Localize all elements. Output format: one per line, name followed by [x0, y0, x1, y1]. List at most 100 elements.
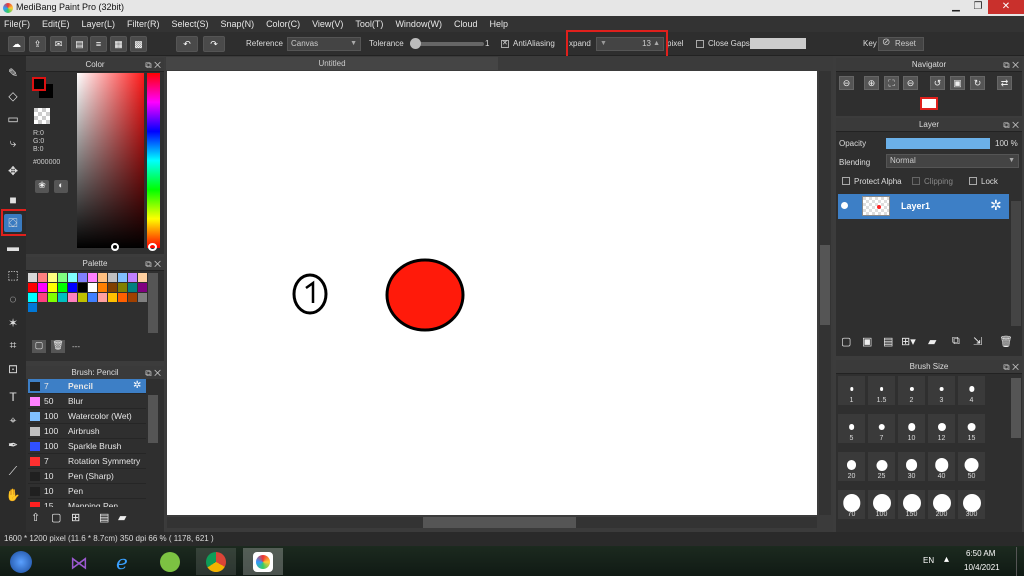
brush-size-option[interactable]: 5: [838, 414, 865, 443]
taskbar-medibang-icon[interactable]: [243, 548, 283, 575]
panel-controls-icon[interactable]: ⧉ ✕: [145, 366, 161, 380]
move-tool-icon[interactable]: ✥: [4, 162, 22, 180]
palette-swatch[interactable]: [48, 273, 57, 282]
brush-size-option[interactable]: 70: [838, 490, 865, 519]
opacity-slider[interactable]: [886, 138, 990, 149]
brush-size-option[interactable]: 300: [958, 490, 985, 519]
dot-brush-tool-icon[interactable]: ⤷: [4, 134, 22, 152]
brush-list-item[interactable]: 15 Mapping Pen: [28, 499, 146, 507]
redo-button[interactable]: ↷: [203, 36, 225, 52]
palette-swatch[interactable]: [88, 283, 97, 292]
menu-view[interactable]: View(V): [312, 19, 343, 29]
brush-list-scrollbar[interactable]: [148, 395, 158, 443]
clock-time[interactable]: 6:50 AM: [966, 549, 995, 558]
reference-select[interactable]: Canvas ▼: [287, 37, 361, 51]
gear-icon[interactable]: ✲: [990, 197, 1002, 214]
rect-tool-icon[interactable]: ▭: [4, 110, 22, 128]
brush-size-option[interactable]: 150: [898, 490, 925, 519]
select-pen-tool-icon[interactable]: ⌗: [4, 336, 22, 354]
cloud-icon[interactable]: ☁: [8, 36, 25, 52]
brush-size-option[interactable]: 20: [838, 452, 865, 481]
lock-checkbox[interactable]: [969, 177, 977, 185]
palette-swatch[interactable]: [68, 283, 77, 292]
brush-size-option[interactable]: 50: [958, 452, 985, 481]
menu-snap[interactable]: Snap(N): [221, 19, 255, 29]
palette-swatch[interactable]: [78, 293, 87, 302]
fill-rect-tool-icon[interactable]: ■: [4, 191, 22, 209]
rotate-left-icon[interactable]: ↺: [930, 76, 945, 90]
brush-size-option[interactable]: 3: [928, 376, 955, 405]
new-halftone-layer-icon[interactable]: ▣: [862, 335, 872, 348]
tolerance-slider[interactable]: [410, 42, 484, 46]
start-button[interactable]: [2, 548, 42, 575]
taskbar-ie-icon[interactable]: e: [104, 548, 144, 575]
palette-swatch[interactable]: [38, 293, 47, 302]
new-palette-icon[interactable]: ▢: [32, 340, 46, 353]
new-8bit-layer-icon[interactable]: ▤: [883, 335, 893, 348]
palette-swatch[interactable]: [128, 283, 137, 292]
pencil-tool-icon[interactable]: ✎: [4, 64, 22, 82]
close-gaps-checkbox[interactable]: [696, 40, 704, 48]
brush-size-option[interactable]: 4: [958, 376, 985, 405]
palette-swatch[interactable]: [108, 273, 117, 282]
brush-folder-icon[interactable]: ▰: [118, 511, 126, 524]
reset-button[interactable]: ⊘ Reset: [878, 37, 924, 51]
saturation-value-picker[interactable]: [77, 73, 144, 248]
palette-swatch[interactable]: [88, 293, 97, 302]
clock-date[interactable]: 10/4/2021: [964, 563, 1000, 572]
eyedropper-tool-icon[interactable]: ✒: [4, 436, 22, 454]
panel-controls-icon[interactable]: ⧉ ✕: [1003, 118, 1019, 132]
brush-size-option[interactable]: 15: [958, 414, 985, 443]
blending-select[interactable]: Normal ▼: [886, 154, 1019, 168]
zoom-reset-icon[interactable]: ⊖: [903, 76, 918, 90]
select-eraser-tool-icon[interactable]: ⊡: [4, 360, 22, 378]
brush-size-option[interactable]: 25: [868, 452, 895, 481]
cloud-brush-icon[interactable]: ⇧: [31, 511, 40, 524]
add-brush-icon[interactable]: ⊞: [71, 511, 80, 524]
palette-swatch[interactable]: [38, 273, 47, 282]
rotate-right-icon[interactable]: ↻: [970, 76, 985, 90]
clipping-checkbox[interactable]: [912, 177, 920, 185]
minimize-button[interactable]: ▁: [944, 0, 968, 14]
taskbar-app-icon[interactable]: [150, 548, 190, 575]
palette-swatch[interactable]: [58, 283, 67, 292]
lasso-tool-icon[interactable]: ◌: [4, 290, 22, 308]
palette-swatch[interactable]: [118, 293, 127, 302]
menu-layer[interactable]: Layer(L): [82, 19, 116, 29]
transparent-color-swatch[interactable]: [34, 108, 50, 124]
brush-size-scrollbar[interactable]: [1011, 378, 1021, 438]
panel-controls-icon[interactable]: ⧉ ✕: [1003, 360, 1019, 374]
palette-swatch[interactable]: [28, 273, 37, 282]
foreground-color-swatch[interactable]: [32, 77, 46, 91]
close-gaps-field[interactable]: [750, 38, 806, 49]
brush-size-option[interactable]: 100: [868, 490, 895, 519]
palette-swatch[interactable]: [98, 273, 107, 282]
brush-list-item[interactable]: 7 Pencil ✲: [28, 379, 146, 394]
taskbar-visual-studio-icon[interactable]: ⋈: [58, 548, 98, 575]
panel-controls-icon[interactable]: ⧉ ✕: [145, 58, 161, 72]
brush-list-item[interactable]: 7 Rotation Symmetry: [28, 454, 146, 469]
brush-size-option[interactable]: 30: [898, 452, 925, 481]
vertical-scrollbar-thumb[interactable]: [820, 245, 830, 325]
list-icon[interactable]: ≡: [90, 36, 107, 52]
brush-size-option[interactable]: 12: [928, 414, 955, 443]
zoom-in-icon[interactable]: ⊕: [864, 76, 879, 90]
comment-icon[interactable]: ✉: [50, 36, 67, 52]
palette-swatch[interactable]: [28, 303, 37, 312]
palette-swatch[interactable]: [138, 273, 147, 282]
palette-swatch[interactable]: [138, 293, 147, 302]
brush-size-option[interactable]: 1.5: [868, 376, 895, 405]
brush-list-item[interactable]: 100 Watercolor (Wet): [28, 409, 146, 424]
panel-controls-icon[interactable]: ⧉ ✕: [145, 257, 161, 271]
layer-row[interactable]: Layer1 ✲: [838, 194, 1009, 219]
palette-swatch[interactable]: [48, 283, 57, 292]
brush-size-option[interactable]: 200: [928, 490, 955, 519]
palette-swatch[interactable]: [58, 293, 67, 302]
duplicate-layer-icon[interactable]: ⧉: [952, 335, 960, 348]
palette-swatch[interactable]: [108, 293, 117, 302]
zoom-out-icon[interactable]: ⊖: [839, 76, 854, 90]
text-tool-icon[interactable]: T: [4, 388, 22, 406]
brush-list-item[interactable]: 10 Pen: [28, 484, 146, 499]
hue-slider-cursor[interactable]: [148, 243, 157, 251]
palette-swatch[interactable]: [78, 283, 87, 292]
